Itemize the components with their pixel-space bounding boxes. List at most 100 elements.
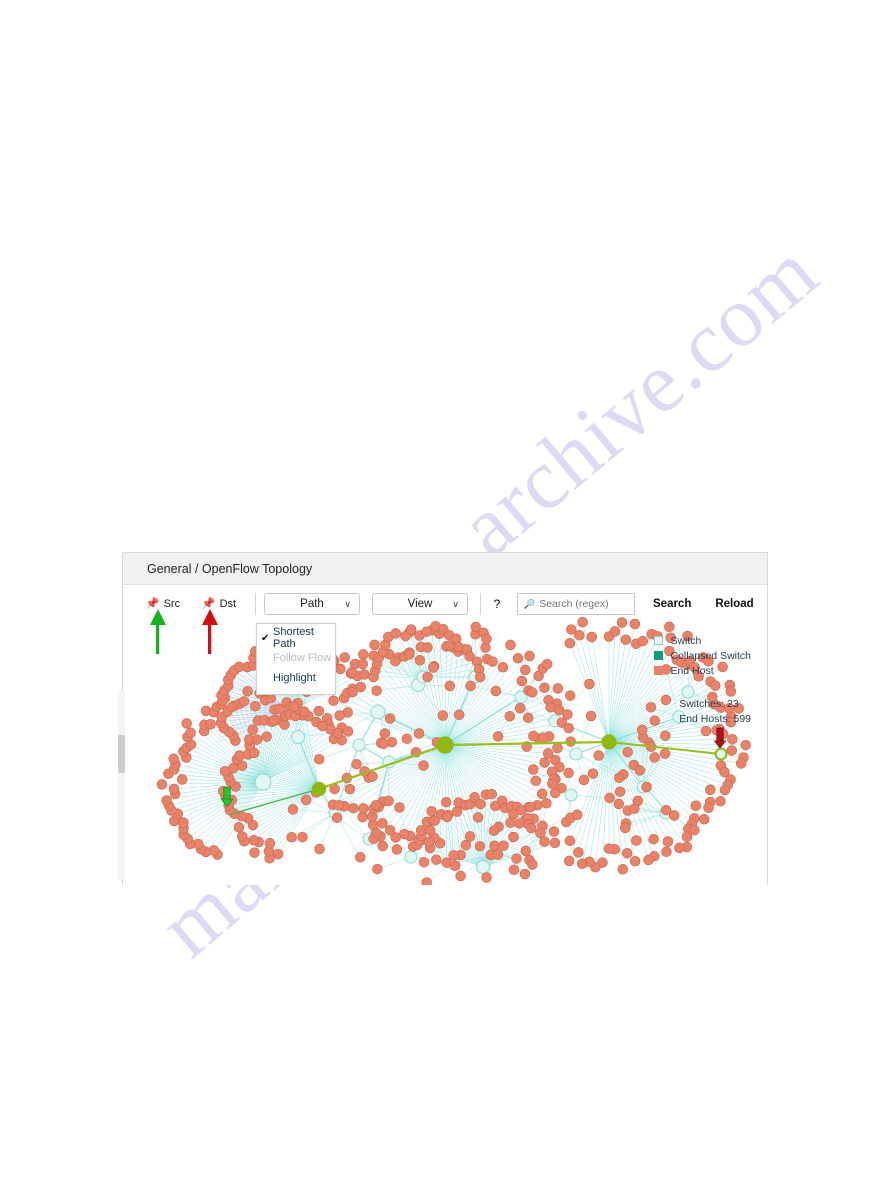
end-host-node[interactable] xyxy=(238,696,250,707)
end-host-node[interactable] xyxy=(334,710,345,721)
end-host-node[interactable] xyxy=(268,715,280,726)
end-host-node[interactable] xyxy=(508,831,519,843)
end-host-node[interactable] xyxy=(649,752,660,763)
end-host-node[interactable] xyxy=(297,831,308,843)
end-host-node[interactable] xyxy=(344,783,356,795)
end-host-node[interactable] xyxy=(413,728,425,739)
end-host-node[interactable] xyxy=(571,809,583,821)
vertical-scrollbar[interactable] xyxy=(118,690,125,880)
end-host-node[interactable] xyxy=(604,792,615,804)
end-host-node[interactable] xyxy=(649,715,661,726)
end-host-node[interactable] xyxy=(522,712,534,724)
end-host-node[interactable] xyxy=(377,840,388,852)
end-host-node[interactable] xyxy=(631,835,642,846)
end-host-node[interactable] xyxy=(431,854,442,865)
end-host-node[interactable] xyxy=(481,633,492,645)
end-host-node[interactable] xyxy=(422,671,433,683)
end-host-node[interactable] xyxy=(537,732,549,743)
end-host-node[interactable] xyxy=(227,701,238,712)
reload-button[interactable]: Reload xyxy=(715,598,753,610)
end-host-node[interactable] xyxy=(347,686,358,698)
end-host-node[interactable] xyxy=(700,725,712,737)
switch-node[interactable] xyxy=(291,730,305,744)
end-host-node[interactable] xyxy=(370,800,382,811)
end-host-node[interactable] xyxy=(552,683,564,694)
end-host-node[interactable] xyxy=(249,700,261,712)
end-host-node[interactable] xyxy=(526,687,538,698)
end-host-node[interactable] xyxy=(287,804,299,815)
end-host-node[interactable] xyxy=(415,825,427,836)
end-host-node[interactable] xyxy=(418,760,429,771)
end-host-node[interactable] xyxy=(705,784,716,796)
end-host-node[interactable] xyxy=(440,796,452,808)
end-host-node[interactable] xyxy=(423,836,435,848)
end-host-node[interactable] xyxy=(242,685,253,697)
end-host-node[interactable] xyxy=(511,853,522,864)
end-host-node[interactable] xyxy=(508,864,520,875)
end-host-node[interactable] xyxy=(346,667,358,678)
end-host-node[interactable] xyxy=(520,845,532,857)
end-host-node[interactable] xyxy=(429,815,440,826)
help-button[interactable]: ? xyxy=(489,597,505,611)
end-host-node[interactable] xyxy=(587,768,599,779)
end-host-node[interactable] xyxy=(548,826,560,837)
end-host-node[interactable] xyxy=(498,840,509,851)
end-host-node[interactable] xyxy=(428,662,439,673)
end-host-node[interactable] xyxy=(489,840,500,851)
end-host-node[interactable] xyxy=(622,746,633,758)
end-host-node[interactable] xyxy=(460,839,472,851)
end-host-node[interactable] xyxy=(377,818,388,829)
end-host-node[interactable] xyxy=(342,726,354,737)
end-host-node[interactable] xyxy=(593,750,604,761)
src-pin-control[interactable]: 📌 Src xyxy=(135,598,191,610)
end-host-node[interactable] xyxy=(228,762,239,774)
end-host-node[interactable] xyxy=(421,626,432,637)
end-host-node[interactable] xyxy=(404,649,415,660)
end-host-node[interactable] xyxy=(505,639,516,651)
path-dropdown[interactable]: Path ∨ xyxy=(264,593,360,615)
end-host-node[interactable] xyxy=(512,653,524,664)
end-host-node[interactable] xyxy=(286,832,297,843)
end-host-node[interactable] xyxy=(465,680,476,692)
switch-node[interactable] xyxy=(564,788,578,802)
end-host-node[interactable] xyxy=(709,680,721,691)
end-host-node[interactable] xyxy=(619,822,631,834)
end-host-node[interactable] xyxy=(492,849,504,860)
end-host-node[interactable] xyxy=(735,758,747,769)
end-host-node[interactable] xyxy=(617,864,629,875)
end-host-node[interactable] xyxy=(314,843,325,855)
end-host-node[interactable] xyxy=(539,836,550,847)
end-host-node[interactable] xyxy=(233,822,245,833)
end-host-node[interactable] xyxy=(643,854,654,866)
end-host-node[interactable] xyxy=(251,734,263,745)
end-host-node[interactable] xyxy=(664,621,675,633)
end-host-node[interactable] xyxy=(370,827,382,839)
end-host-node[interactable] xyxy=(178,817,189,828)
end-host-node[interactable] xyxy=(528,730,539,742)
end-host-node[interactable] xyxy=(300,794,312,806)
end-host-node[interactable] xyxy=(609,626,621,637)
end-host-node[interactable] xyxy=(328,695,339,706)
end-host-node[interactable] xyxy=(584,678,595,690)
end-host-node[interactable] xyxy=(247,724,258,735)
menu-item-shortest-path[interactable]: ✔ Shortest Path xyxy=(257,626,335,650)
end-host-node[interactable] xyxy=(629,803,640,814)
end-host-node[interactable] xyxy=(331,812,343,824)
end-host-node[interactable] xyxy=(405,624,417,635)
end-host-node[interactable] xyxy=(384,713,396,724)
end-host-node[interactable] xyxy=(504,711,516,722)
end-host-node[interactable] xyxy=(249,847,260,858)
dst-pin-control[interactable]: 📌 Dst xyxy=(191,598,247,610)
end-host-node[interactable] xyxy=(317,720,328,732)
end-host-node[interactable] xyxy=(464,831,476,842)
end-host-node[interactable] xyxy=(514,703,526,714)
path-dropdown-menu[interactable]: ✔ Shortest Path Follow Flow Highlight xyxy=(256,623,336,695)
switch-node[interactable] xyxy=(370,704,386,720)
end-host-node[interactable] xyxy=(719,784,731,796)
end-host-node[interactable] xyxy=(519,868,531,880)
end-host-node[interactable] xyxy=(451,806,463,817)
end-host-node[interactable] xyxy=(563,855,575,867)
end-host-node[interactable] xyxy=(455,870,466,882)
end-host-node[interactable] xyxy=(690,800,702,811)
end-host-node[interactable] xyxy=(313,753,325,765)
